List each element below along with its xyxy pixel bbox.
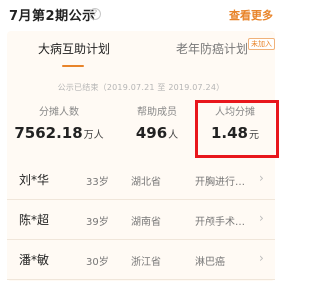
section-header: 7月第2期公示 ? 查看更多: [0, 0, 282, 30]
stat-value: 496人: [135, 124, 179, 142]
chevron-right-icon: ›: [259, 171, 264, 185]
not-joined-badge: 未加入: [248, 38, 275, 50]
member-row[interactable]: 潘*敏 30岁 浙江省 淋巴癌 ›: [7, 240, 275, 280]
member-name: 刘*华: [19, 173, 50, 187]
member-disease: 淋巴癌: [195, 257, 225, 268]
member-disease: 开颅手术…: [195, 217, 245, 228]
stat-label: 帮助成员: [137, 107, 177, 118]
help-icon[interactable]: ?: [89, 8, 101, 20]
announcement-period: 公示已结束（2019.07.21 至 2019.07.24）: [57, 83, 225, 92]
member-age: 33岁: [86, 177, 109, 188]
tab-critical-illness-plan[interactable]: 大病互助计划: [38, 40, 110, 57]
stat-unit: 人: [168, 130, 179, 141]
plan-tabs: 大病互助计划 老年防癌计划 未加入: [7, 31, 275, 69]
member-list: 刘*华 33岁 湖北省 开胸进行… › 陈*超 39岁 湖南省 开颅手术… › …: [7, 160, 275, 280]
member-age: 30岁: [86, 257, 109, 268]
stat-value: 7562.18万人: [14, 124, 104, 142]
stat-shared-count: 分摊人数 7562.18万人: [11, 103, 107, 142]
member-name: 潘*敏: [19, 253, 50, 267]
stat-unit: 万人: [83, 130, 104, 141]
stat-helped-members: 帮助成员 496人: [117, 103, 197, 142]
member-age: 39岁: [86, 217, 109, 228]
member-row[interactable]: 刘*华 33岁 湖北省 开胸进行… ›: [7, 160, 275, 200]
member-province: 湖南省: [131, 217, 161, 228]
section-title: 7月第2期公示: [9, 9, 96, 24]
highlight-annotation-box: [195, 100, 279, 158]
tab-elderly-cancer-plan[interactable]: 老年防癌计划: [176, 40, 248, 57]
chevron-right-icon: ›: [259, 251, 264, 265]
member-disease: 开胸进行…: [195, 177, 245, 188]
view-more-link[interactable]: 查看更多: [229, 7, 273, 23]
member-province: 浙江省: [131, 257, 161, 268]
chevron-right-icon: ›: [259, 211, 264, 225]
member-name: 陈*超: [19, 213, 50, 227]
stat-label: 分摊人数: [39, 107, 79, 118]
member-province: 湖北省: [131, 177, 161, 188]
member-row[interactable]: 陈*超 39岁 湖南省 开颅手术… ›: [7, 200, 275, 240]
active-tab-indicator: [62, 65, 84, 67]
